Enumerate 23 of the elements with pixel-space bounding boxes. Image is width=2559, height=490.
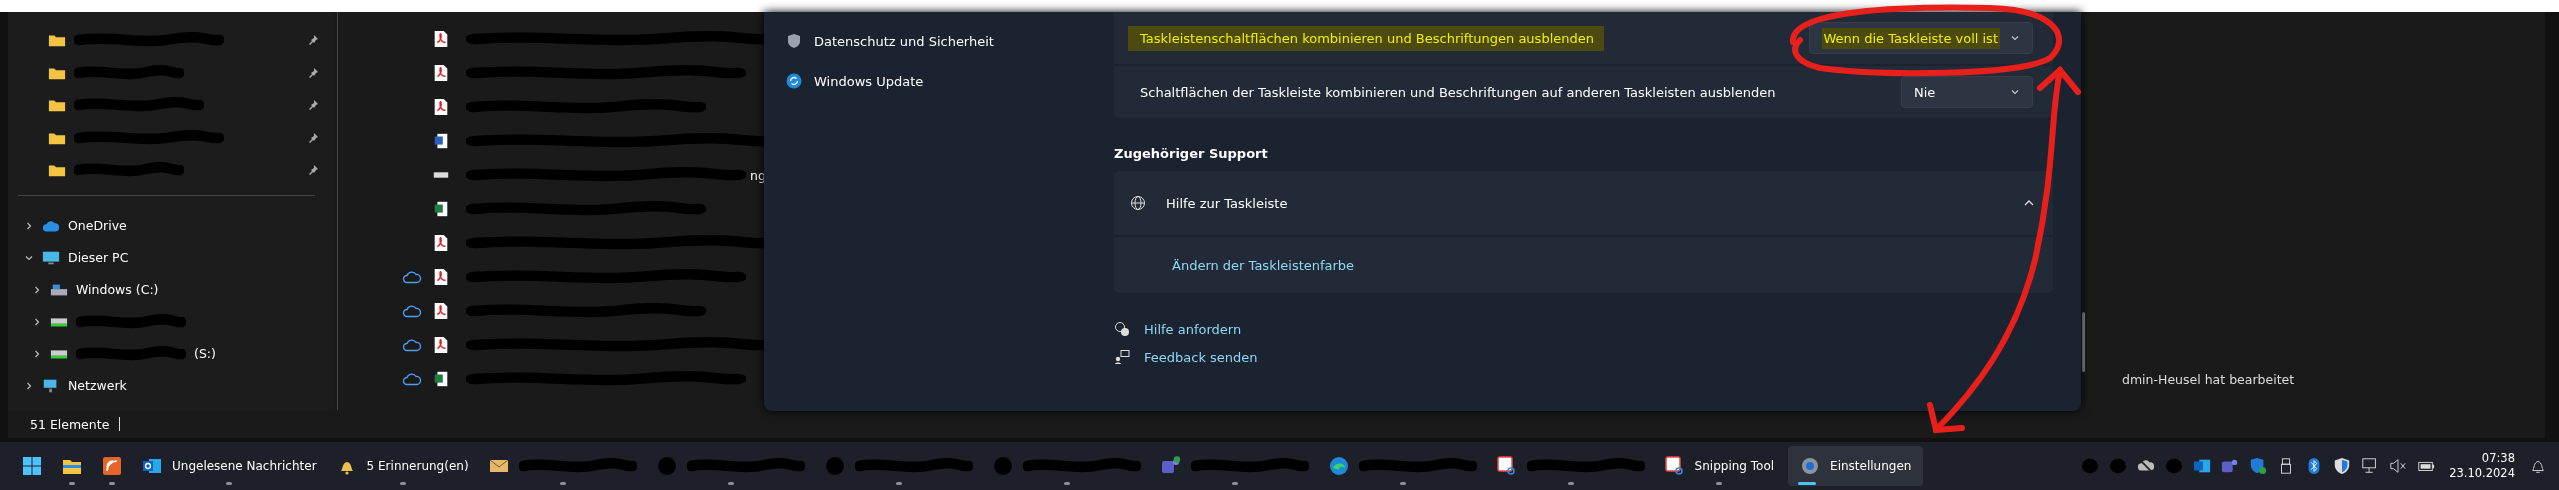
activity-text: dmin-Heusel hat bearbeitet xyxy=(2122,371,2296,387)
tree-item[interactable]: (S:) xyxy=(8,337,333,370)
taskbar-app[interactable]: 5 Erinnerung(en) xyxy=(330,446,475,486)
taskbar-app[interactable]: Snipping Tool xyxy=(1658,446,1781,486)
setting-label: Taskleistenschaltflächen kombinieren und Beschriftungen ausblenden xyxy=(1128,25,1604,51)
settings-nav-item[interactable]: Datenschutz und Sicherheit xyxy=(778,26,1104,56)
tree-item[interactable]: Windows (C:) xyxy=(8,273,333,306)
tree-item[interactable]: Dieser PC xyxy=(8,241,333,274)
dropdown[interactable]: Nie xyxy=(1901,76,2033,108)
link[interactable]: Feedback senden xyxy=(1144,349,1258,365)
link[interactable]: Ändern der Taskleistenfarbe xyxy=(1172,257,1355,273)
settings-nav-item[interactable]: Windows Update xyxy=(778,66,1104,96)
link[interactable]: Hilfe anfordern xyxy=(1144,321,1242,337)
section-heading: Zugehöriger Support xyxy=(1114,146,1269,161)
expander-header[interactable]: Hilfe zur Taskleiste xyxy=(1114,171,2053,237)
taskbar-app[interactable]: Einstellungen xyxy=(1788,446,1924,486)
taskbar-app[interactable]: Ungelesene Nachrichter xyxy=(136,446,323,486)
clock[interactable]: 07:38 23.10.2024 xyxy=(2445,451,2519,481)
tree-item[interactable]: OneDrive xyxy=(8,209,333,242)
tree-item[interactable]: Netzwerk xyxy=(8,369,333,402)
item-count: 51 Elemente xyxy=(30,416,110,432)
dropdown[interactable]: Wenn die Taskleiste voll ist xyxy=(1808,22,2033,54)
setting-label: Schaltflächen der Taskleiste kombinieren und Beschriftungen auf anderen Taskleisten ausblenden xyxy=(1140,84,1777,100)
